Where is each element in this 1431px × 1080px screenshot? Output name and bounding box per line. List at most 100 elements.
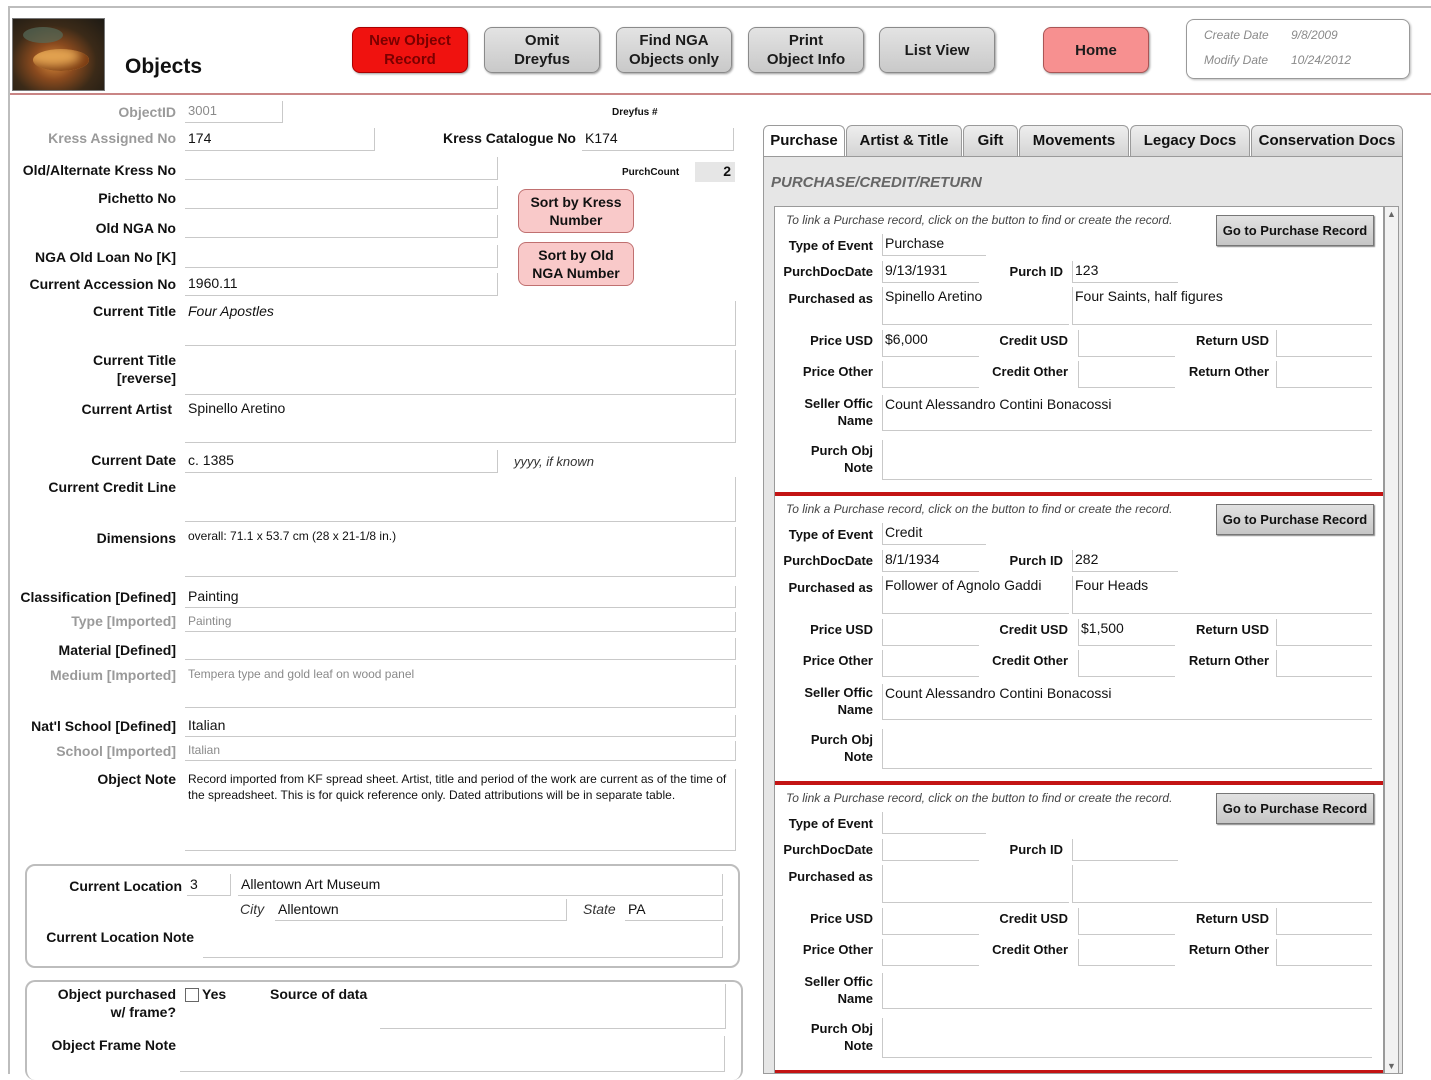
credit-other-field[interactable] (1078, 939, 1175, 966)
tab-gift[interactable]: Gift (963, 125, 1018, 156)
purchased-as-title-field[interactable] (1072, 865, 1372, 903)
frame-note-field[interactable] (180, 1036, 725, 1072)
school-imported-field[interactable]: Italian (185, 741, 736, 761)
old-nga-field[interactable] (185, 215, 498, 238)
sort-by-kress-button[interactable]: Sort by Kress Number (518, 189, 634, 233)
type-imported-field[interactable]: Painting (185, 612, 736, 632)
old-alt-kress-field[interactable] (185, 157, 498, 180)
price-other-field[interactable] (882, 939, 979, 966)
price-other-field[interactable] (882, 361, 979, 388)
object-id-field[interactable]: 3001 (185, 101, 283, 123)
location-name-field[interactable]: Allentown Art Museum (238, 874, 723, 896)
go-to-purchase-record-button[interactable]: Go to Purchase Record (1216, 793, 1374, 824)
type-of-event-field[interactable] (882, 812, 986, 834)
credit-line-field[interactable] (185, 477, 736, 522)
credit-other-field[interactable] (1078, 361, 1175, 388)
new-object-record-button[interactable]: New Object Record (352, 27, 468, 73)
purch-obj-note-label: Purch Obj Note (810, 1021, 873, 1053)
purch-id-label: Purch ID (1009, 842, 1063, 857)
scroll-down-arrow-icon[interactable]: ▼ (1387, 1061, 1396, 1071)
pichetto-field[interactable] (185, 186, 498, 209)
seller-field[interactable] (882, 973, 1372, 1009)
tab-artist-title[interactable]: Artist & Title (846, 125, 962, 156)
purch-id-field[interactable]: 123 (1072, 261, 1178, 283)
source-of-data-field[interactable] (380, 984, 726, 1029)
scroll-up-arrow-icon[interactable]: ▲ (1387, 209, 1396, 219)
objects-window: Objects New Object Record Omit Dreyfus F… (0, 0, 1431, 1080)
return-usd-field[interactable] (1276, 330, 1372, 357)
return-usd-field[interactable] (1276, 619, 1372, 646)
home-button[interactable]: Home (1043, 27, 1149, 73)
city-label: City (240, 901, 265, 917)
city-field[interactable]: Allentown (275, 899, 567, 921)
purchased-as-title-field[interactable]: Four Heads (1072, 576, 1372, 614)
type-of-event-field[interactable]: Purchase (882, 234, 986, 256)
frame-yes-checkbox[interactable] (185, 988, 199, 1002)
type-of-event-field[interactable]: Credit (882, 523, 986, 545)
current-accession-field[interactable]: 1960.11 (185, 273, 498, 296)
list-view-button[interactable]: List View (879, 27, 995, 73)
price-other-field[interactable] (882, 650, 979, 677)
credit-usd-label: Credit USD (999, 622, 1068, 637)
purch-doc-date-field[interactable]: 9/13/1931 (882, 261, 979, 283)
purch-id-field[interactable]: 282 (1072, 550, 1178, 572)
classification-field[interactable]: Painting (185, 586, 736, 608)
seller-field[interactable]: Count Alessandro Contini Bonacossi (882, 395, 1372, 431)
object-note-field[interactable]: Record imported from KF spread sheet. Ar… (185, 769, 736, 851)
credit-other-label: Credit Other (992, 942, 1068, 957)
current-title-field[interactable]: Four Apostles (185, 301, 736, 346)
tab-movements[interactable]: Movements (1019, 125, 1129, 156)
location-note-field[interactable] (203, 926, 723, 958)
credit-usd-field[interactable] (1078, 908, 1175, 935)
purchased-as-title-field[interactable]: Four Saints, half figures (1072, 287, 1372, 325)
credit-other-field[interactable] (1078, 650, 1175, 677)
tab-conservation-docs[interactable]: Conservation Docs (1251, 125, 1403, 156)
go-to-purchase-record-button[interactable]: Go to Purchase Record (1216, 504, 1374, 535)
source-of-data-label: Source of data (270, 986, 368, 1002)
credit-usd-label: Credit USD (999, 333, 1068, 348)
current-date-field[interactable]: c. 1385 (185, 450, 498, 473)
omit-dreyfus-button[interactable]: Omit Dreyfus (484, 27, 600, 73)
price-usd-field[interactable] (882, 908, 979, 935)
kress-assigned-field[interactable]: 174 (185, 128, 375, 151)
credit-usd-field[interactable]: $1,500 (1078, 619, 1175, 646)
price-usd-field[interactable]: $6,000 (882, 330, 979, 357)
credit-line-label: Current Credit Line (48, 479, 176, 495)
tab-purchase[interactable]: Purchase (763, 125, 845, 157)
credit-usd-field[interactable] (1078, 330, 1175, 357)
nga-old-loan-field[interactable] (185, 245, 498, 268)
find-nga-objects-button[interactable]: Find NGA Objects only (616, 27, 732, 73)
purch-obj-note-field[interactable] (882, 1018, 1372, 1058)
purch-id-field[interactable] (1072, 839, 1178, 861)
medium-imported-field[interactable]: Tempera type and gold leaf on wood panel (185, 665, 736, 708)
location-id-field[interactable]: 3 (187, 874, 231, 896)
current-artist-field[interactable]: Spinello Aretino (185, 398, 736, 443)
print-object-info-button[interactable]: Print Object Info (748, 27, 864, 73)
purch-obj-note-label: Purch Obj Note (810, 732, 873, 764)
material-field[interactable] (185, 638, 736, 660)
dimensions-field[interactable]: overall: 71.1 x 53.7 cm (28 x 21-1/8 in.… (185, 527, 736, 577)
return-other-field[interactable] (1276, 361, 1372, 388)
return-other-field[interactable] (1276, 650, 1372, 677)
go-to-purchase-record-button[interactable]: Go to Purchase Record (1216, 215, 1374, 246)
price-usd-field[interactable] (882, 619, 979, 646)
purchase-record: To link a Purchase record, click on the … (775, 207, 1383, 496)
purch-obj-note-field[interactable] (882, 729, 1372, 769)
portal-scrollbar[interactable]: ▲ ▼ (1384, 206, 1399, 1074)
purchased-as-field[interactable]: Follower of Agnolo Gaddi (882, 576, 1069, 614)
purchased-as-field[interactable] (882, 865, 1069, 903)
purch-obj-note-field[interactable] (882, 440, 1372, 480)
state-field[interactable]: PA (625, 899, 723, 921)
purch-doc-date-field[interactable]: 8/1/1934 (882, 550, 979, 572)
tab-legacy-docs[interactable]: Legacy Docs (1130, 125, 1250, 156)
seller-field[interactable]: Count Alessandro Contini Bonacossi (882, 684, 1372, 720)
purch-doc-date-field[interactable] (882, 839, 979, 861)
return-other-field[interactable] (1276, 939, 1372, 966)
current-title-reverse-field[interactable] (185, 350, 736, 395)
school-defined-field[interactable]: Italian (185, 715, 736, 737)
purchased-as-field[interactable]: Spinello Aretino (882, 287, 1069, 325)
kress-catalogue-field[interactable]: K174 (582, 128, 734, 151)
return-usd-field[interactable] (1276, 908, 1372, 935)
sort-by-old-nga-button[interactable]: Sort by Old NGA Number (518, 242, 634, 286)
frame-note-label: Object Frame Note (51, 1037, 176, 1053)
